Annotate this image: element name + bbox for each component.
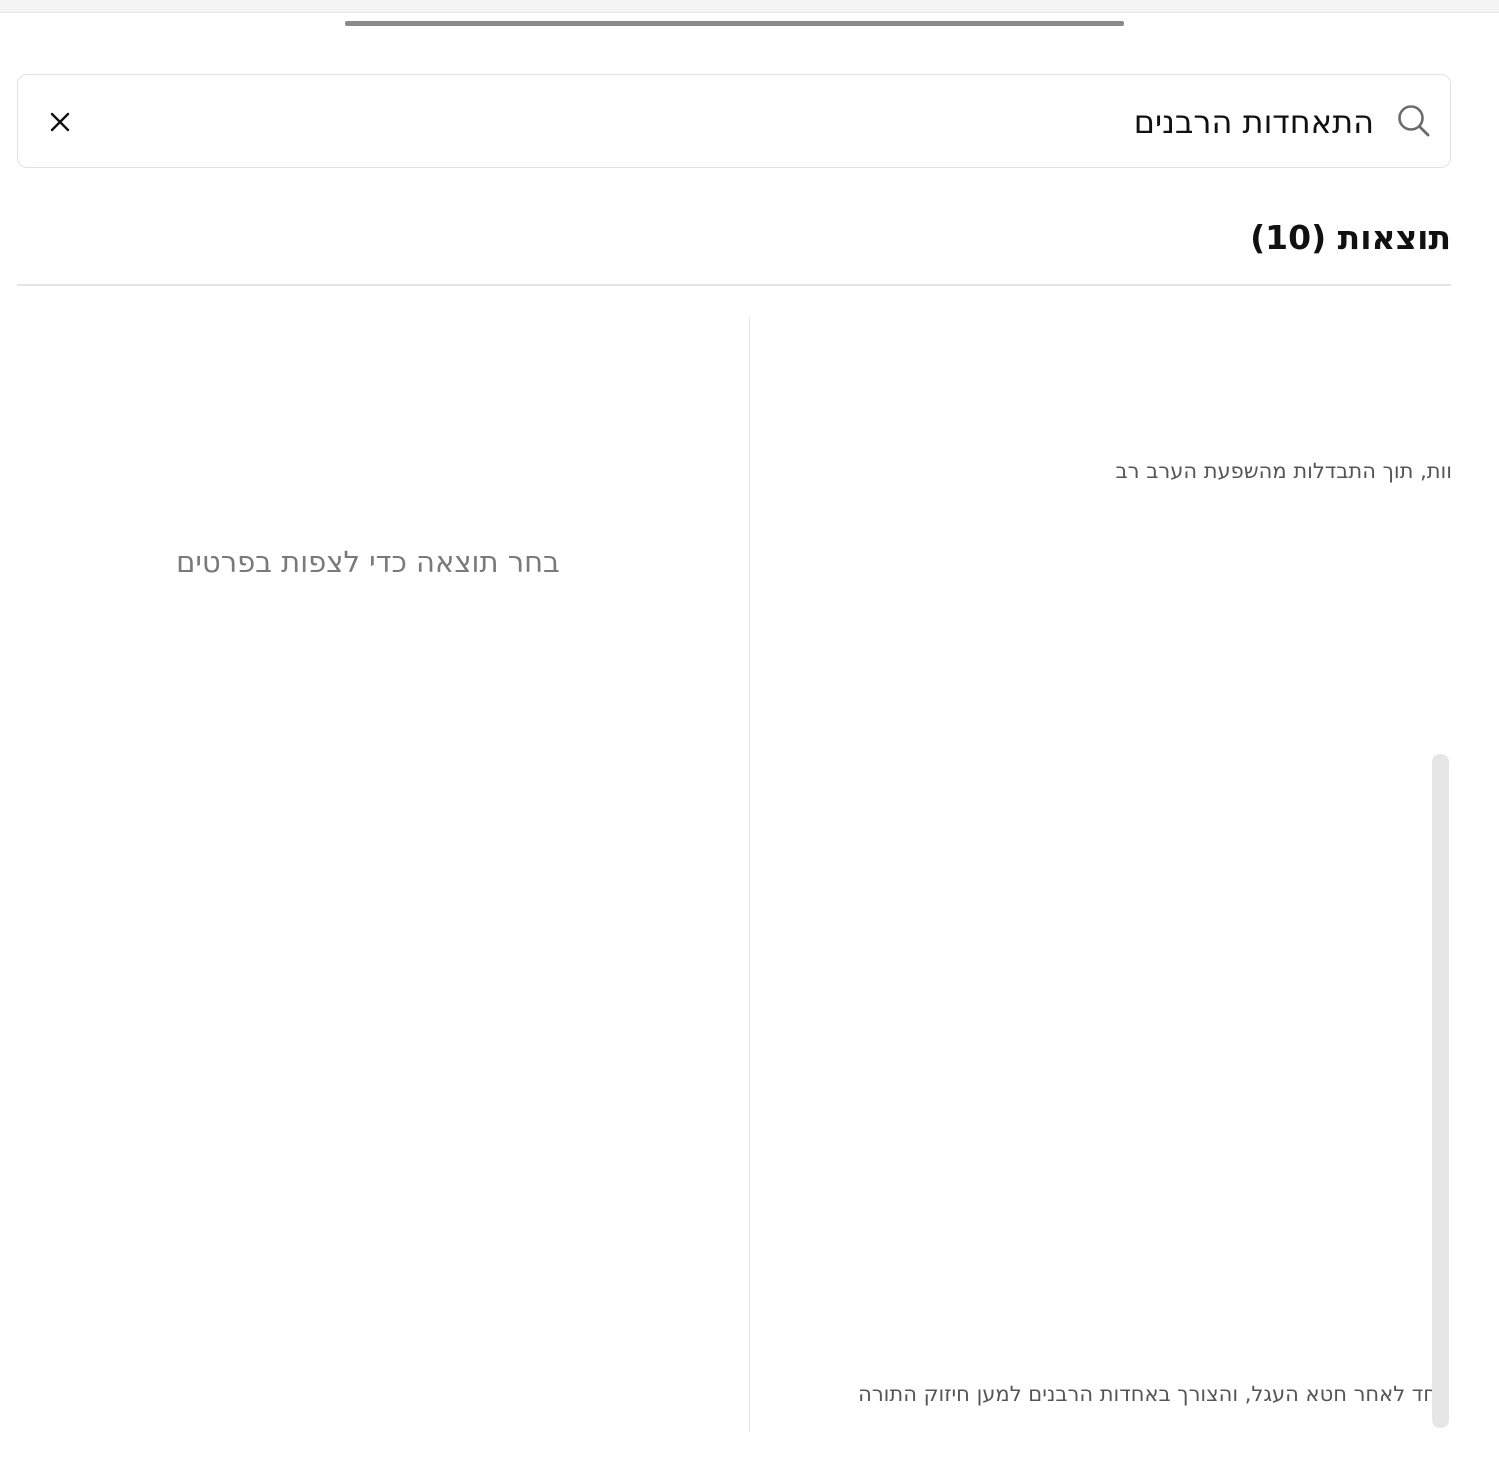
details-placeholder: בחר תוצאה כדי לצפות בפרטים (176, 545, 560, 579)
result-snippet[interactable]: וות, תוך התבדלות מהשפעת הערב רב (1116, 459, 1452, 483)
result-snippet[interactable]: חד לאחר חטא העגל, והצורך באחדות הרבנים ל… (858, 1382, 1437, 1406)
search-box (17, 74, 1451, 168)
close-icon (50, 112, 70, 132)
sheet-drag-handle[interactable] (345, 21, 1124, 26)
search-icon (1396, 103, 1432, 139)
clear-search-button[interactable] (40, 100, 80, 144)
search-input[interactable] (174, 95, 1374, 149)
pane-divider (749, 317, 750, 1432)
results-title: תוצאות (10) (1250, 218, 1451, 257)
top-strip (0, 0, 1499, 13)
results-scrollbar[interactable] (1432, 754, 1449, 1428)
results-list[interactable]: וות, תוך התבדלות מהשפעת הערב רב חד לאחר … (752, 317, 1452, 1432)
results-divider (17, 284, 1451, 286)
